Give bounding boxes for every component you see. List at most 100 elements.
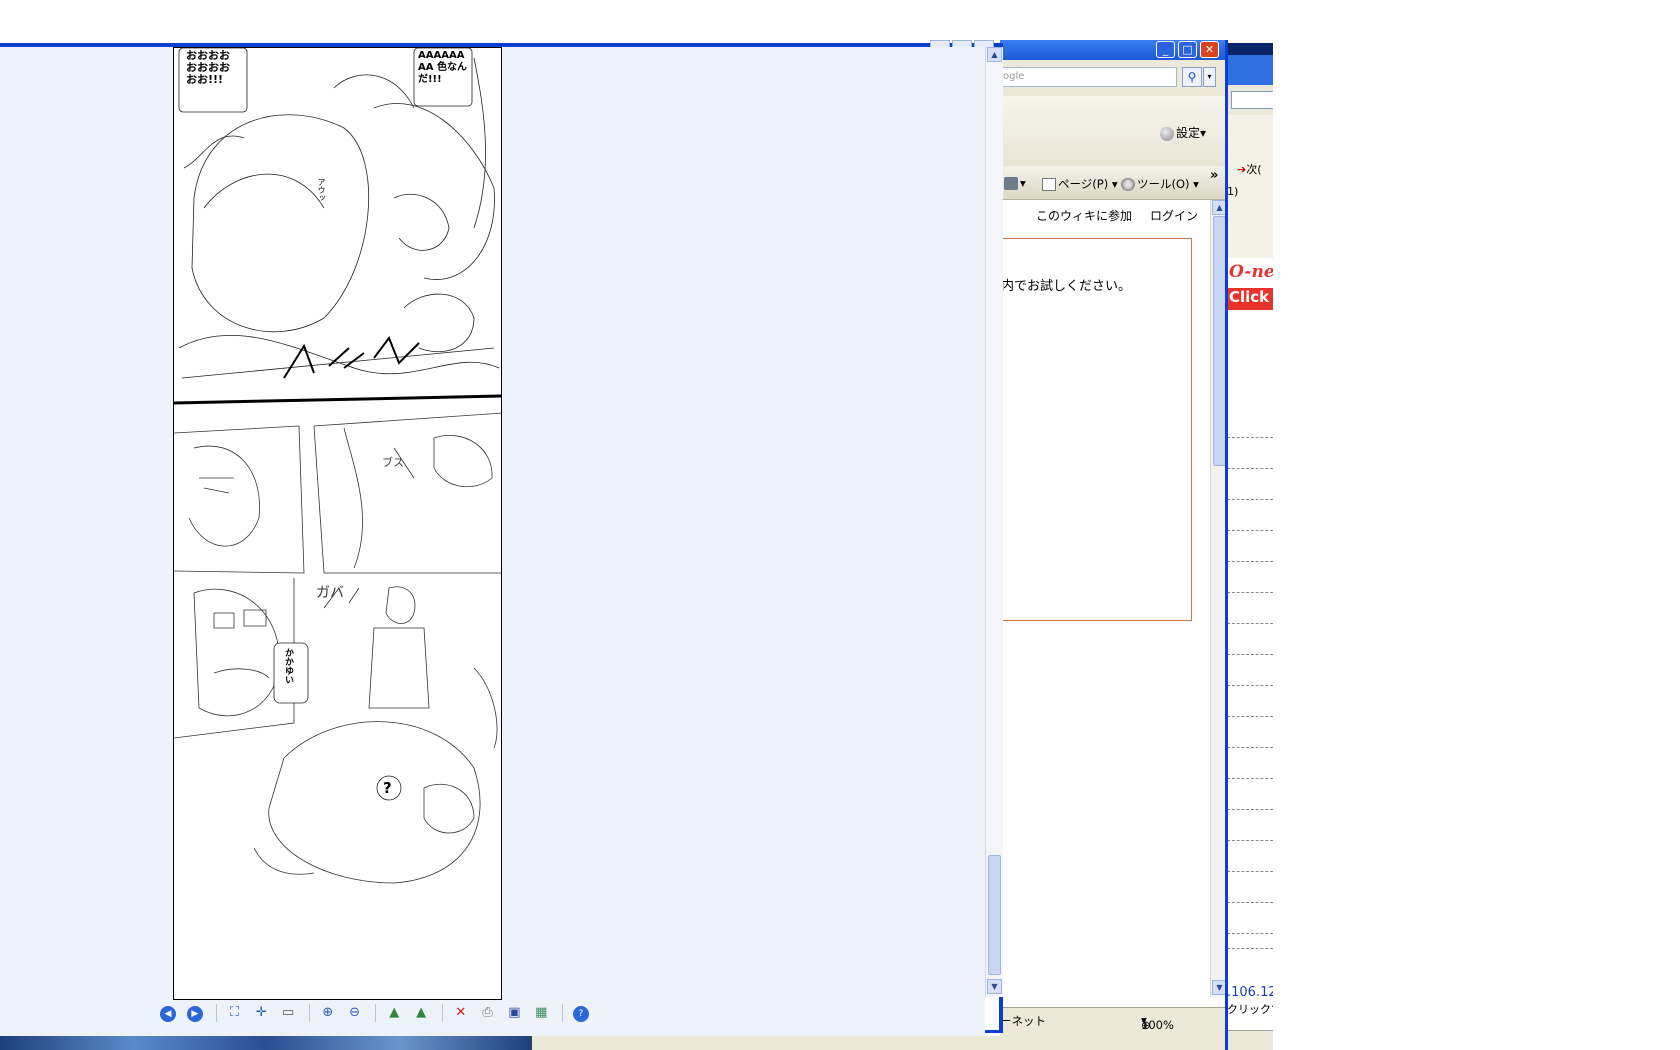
desktop: ➔次( 1) O-net Click .106.12 クリックで _ □ ✕	[0, 0, 1680, 1050]
ie-search-bar: ogle ⚲ ▾	[1000, 60, 1225, 96]
actual-size-icon[interactable]: ✛	[251, 1003, 271, 1023]
ad-click-button[interactable]: Click	[1227, 288, 1273, 310]
scroll-down-arrow-icon[interactable]: ▼	[1212, 980, 1225, 995]
scroll-thumb[interactable]	[1213, 216, 1225, 466]
help-circle-icon: ?	[572, 1006, 589, 1022]
join-wiki-link[interactable]: このウィキに参加	[1036, 207, 1132, 224]
search-input[interactable]: ogle	[1000, 67, 1177, 87]
panel-border	[174, 425, 305, 574]
gear-icon	[1121, 178, 1135, 191]
panel-border	[313, 412, 501, 574]
previous-image-icon: ◀	[160, 1006, 176, 1022]
scroll-up-arrow-icon[interactable]: ▲	[987, 47, 1002, 62]
close-button[interactable]: ✕	[1200, 41, 1219, 58]
page-icon	[1042, 178, 1056, 191]
error-message-box: 内でお試しください。	[1000, 238, 1192, 621]
delete-icon[interactable]: ✕	[451, 1003, 471, 1023]
bubble-text-top-left: おおおおおおおおおお!!!	[186, 49, 230, 86]
bg-ip-fragment: .106.12	[1227, 985, 1273, 1000]
tools-menu[interactable]: ツール(O) ▾	[1121, 176, 1199, 192]
toolbar-divider	[375, 1004, 377, 1022]
ie-status-bar: ーネット ⊕ 100% ▾	[1000, 1007, 1225, 1050]
page-menu-label: ページ(P)	[1058, 177, 1109, 191]
dashed-rule	[1227, 902, 1273, 903]
save-icon[interactable]: ▣	[504, 1003, 524, 1023]
security-zone-label: ーネット	[1000, 1014, 1046, 1028]
dashed-rule	[1227, 592, 1273, 593]
toolbar-divider	[441, 1004, 443, 1022]
print-icon[interactable]: ⎙	[478, 1003, 498, 1023]
dashed-rule	[1227, 948, 1273, 949]
dashed-rule	[1227, 499, 1273, 500]
ie-browser-window[interactable]: _ □ ✕ ogle ⚲ ▾ 設定▾ ▾ ページ(P) ▾ ツール(O) ▾ »…	[1000, 40, 1228, 1050]
dashed-rule	[1227, 871, 1273, 872]
bg-address-field[interactable]	[1231, 91, 1273, 109]
dashed-rule	[1227, 778, 1273, 779]
taskbar-strip	[532, 1036, 1002, 1050]
viewer-vertical-scrollbar[interactable]: ▲ ▼	[985, 47, 1003, 997]
search-dropdown-icon[interactable]: ▾	[1203, 67, 1216, 87]
zoom-out-icon[interactable]: ⊖	[345, 1003, 365, 1023]
bg-toolbar-fragment: 1)	[1227, 185, 1239, 198]
ie-vertical-scrollbar[interactable]: ▲ ▼	[1210, 200, 1225, 997]
wiki-header: このウィキに参加 ログイン	[1000, 200, 1210, 228]
toolbar-divider	[562, 1004, 564, 1022]
dashed-rule	[1227, 809, 1273, 810]
toolbar-overflow-chevron[interactable]: »	[1210, 168, 1218, 183]
sfx-gaba: ガバ	[316, 585, 344, 601]
settings-label: 設定▾	[1176, 126, 1207, 140]
rotate-counterclockwise-icon[interactable]: ▲	[411, 1003, 431, 1023]
print-button[interactable]: ▾	[1004, 176, 1026, 190]
help-icon[interactable]: ?	[571, 1003, 591, 1023]
tools-menu-label: ツール(O)	[1137, 177, 1190, 191]
dashed-rule	[1227, 468, 1273, 469]
slideshow-icon[interactable]: ▭	[278, 1003, 298, 1023]
viewer-window-controls[interactable]	[930, 37, 1000, 48]
search-icon[interactable]: ⚲	[1182, 67, 1202, 87]
scroll-thumb[interactable]	[988, 855, 1001, 975]
bg-next-button[interactable]: ➔次(	[1237, 161, 1262, 177]
bubble-text-kayui: かかゆい	[283, 648, 293, 684]
settings-button[interactable]: 設定▾	[1160, 124, 1206, 141]
dashed-rule	[1227, 840, 1273, 841]
ad-brand: O-net	[1229, 262, 1273, 282]
page-menu[interactable]: ページ(P) ▾	[1042, 176, 1118, 192]
dashed-rule	[1227, 623, 1273, 624]
ie-titlebar[interactable]: _ □ ✕	[1000, 40, 1225, 60]
scroll-down-arrow-icon[interactable]: ▼	[987, 979, 1002, 994]
next-image-icon: ▶	[186, 1006, 203, 1022]
sfx-au: アウッ	[317, 178, 326, 202]
zoom-in-icon[interactable]: ⊕	[318, 1003, 338, 1023]
scroll-up-arrow-icon[interactable]: ▲	[1212, 200, 1225, 215]
dashed-rule	[1227, 561, 1273, 562]
image-viewer-window[interactable]: おおおおおおおおおお!!! AAAAAAAA 色なんだ!!! アウッ パン ブス…	[0, 40, 1003, 1040]
question-mark: ?	[383, 779, 392, 797]
minimize-button[interactable]: _	[1156, 41, 1175, 58]
error-message-text: 内でお試しください。	[1001, 279, 1132, 294]
next-image-button[interactable]: ▶	[185, 1003, 205, 1023]
zoom-level: 100%	[1141, 1018, 1174, 1032]
bg-click-text: クリックで	[1227, 1003, 1273, 1016]
toolbar-divider	[308, 1004, 310, 1022]
viewer-canvas: おおおおおおおおおお!!! AAAAAAAA 色なんだ!!! アウッ パン ブス…	[0, 47, 985, 1040]
panel-border	[174, 394, 501, 405]
manga-page-image: おおおおおおおおおお!!! AAAAAAAA 色なんだ!!! アウッ パン ブス…	[173, 47, 502, 1000]
previous-image-button[interactable]: ◀	[158, 1003, 178, 1023]
dashed-rule	[1227, 685, 1273, 686]
login-link[interactable]: ログイン	[1150, 207, 1198, 224]
dashed-rule	[1227, 530, 1273, 531]
printer-icon	[1004, 177, 1018, 190]
zoom-control[interactable]: ⊕ 100% ▾	[1141, 1013, 1174, 1032]
rotate-clockwise-icon[interactable]: ▲	[384, 1003, 404, 1023]
toolbar-divider	[215, 1004, 217, 1022]
background-browser-window[interactable]: ➔次( 1) O-net Click .106.12 クリックで	[1227, 43, 1273, 1050]
bg-window-menu-band	[1227, 55, 1273, 85]
dashed-rule	[1227, 654, 1273, 655]
best-fit-icon[interactable]: ⛶	[224, 1003, 244, 1023]
maximize-button[interactable]: □	[1178, 41, 1197, 58]
open-with-icon[interactable]: ▦	[531, 1003, 551, 1023]
bubble-text-top-right: AAAAAAAA 色なんだ!!!	[418, 50, 467, 85]
viewer-toolbar: ◀ ▶ ⛶ ✛ ▭ ⊕ ⊖ ▲ ▲ ✕ ⎙ ▣ ▦ ?	[158, 1003, 594, 1025]
bg-next-label: 次(	[1246, 163, 1262, 176]
onet-ad-banner[interactable]: O-net Click	[1227, 258, 1273, 318]
